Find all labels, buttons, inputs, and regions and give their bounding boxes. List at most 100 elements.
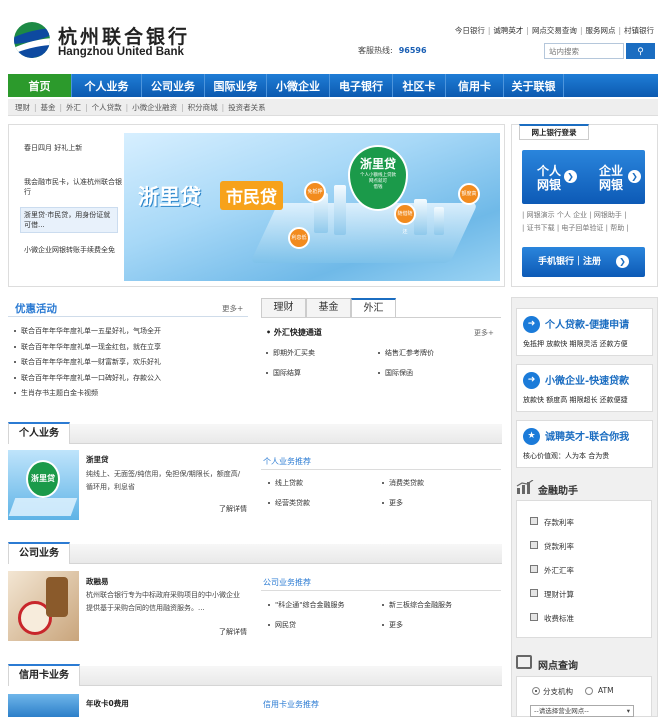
news-item[interactable]: 我会融市民卡，认准杭州联合银行 xyxy=(24,177,122,197)
link-receipt[interactable]: 电子回单验证 xyxy=(561,224,603,232)
nav-home[interactable]: 首页 xyxy=(8,74,72,97)
arrow-right-icon: ❯ xyxy=(564,170,577,183)
subnav-wealth[interactable]: 理财 xyxy=(15,102,30,113)
product-name[interactable]: 浙里贷 xyxy=(86,454,109,465)
main-nav: 首页 个人业务 公司业务 国际业务 小微企业 电子银行 社区卡 信用卡 关于联银 xyxy=(8,74,658,97)
nav-about[interactable]: 关于联银 xyxy=(504,74,564,97)
product-more-link[interactable]: 了解详情 xyxy=(219,504,247,514)
link-demo[interactable]: 网银演示 xyxy=(527,211,555,219)
logo-english-name[interactable]: Hangzhou United Bank xyxy=(58,46,184,58)
fx-link[interactable]: 结售汇参考牌价 xyxy=(378,348,434,358)
list-item[interactable]: 联合百年年华年度礼单一财富新享，欢乐好礼 xyxy=(14,355,246,371)
recommend-link[interactable]: 消费类贷款 xyxy=(382,478,424,488)
news-item[interactable]: 小微企业网银转账手续费全免 xyxy=(24,245,122,255)
pin-icon: 利息低 xyxy=(288,227,310,249)
finance-link-deposit-rate[interactable]: 存款利率 xyxy=(530,517,574,528)
map-pin-icon: 浙里贷 个人小额线上贷款 网点就可 借钱 xyxy=(348,145,408,211)
recommend-link[interactable]: 更多 xyxy=(382,620,403,630)
link-corporate[interactable]: 企业 xyxy=(573,211,587,219)
product-image[interactable] xyxy=(8,694,79,717)
product-image[interactable] xyxy=(8,571,79,641)
recommend-link[interactable]: 新三板综合金融服务 xyxy=(382,600,452,610)
side-card-sme-loan[interactable]: ➜ 小微企业-快速贷款 放款快 额度高 期限超长 还款便捷 xyxy=(516,364,653,412)
arrow-right-icon: ➜ xyxy=(523,372,540,389)
recommend-link[interactable]: 网民贷 xyxy=(268,620,296,630)
top-link-outlets[interactable]: 服务网点 xyxy=(585,26,615,35)
product-name[interactable]: 政融易 xyxy=(86,576,109,587)
finance-link-fx-rate[interactable]: 外汇汇率 xyxy=(530,565,574,576)
radio-atm[interactable] xyxy=(585,687,593,695)
top-link-jobs[interactable]: 诚聘英才 xyxy=(493,26,523,35)
recommend-link[interactable]: "科企通"综合金融服务 xyxy=(268,600,344,610)
list-item[interactable]: 生肖存书主题白金卡视频 xyxy=(14,386,246,402)
link-helper[interactable]: 网银助手 xyxy=(594,211,622,219)
section-title[interactable]: 个人业务 xyxy=(8,422,70,444)
nav-corporate[interactable]: 公司业务 xyxy=(142,74,205,97)
nav-e-banking[interactable]: 电子银行 xyxy=(330,74,393,97)
top-link-transaction-query[interactable]: 网点交易查询 xyxy=(532,26,577,35)
list-item[interactable]: 联合百年年华年度礼单一现金红包，就在立享 xyxy=(14,340,246,356)
link-cert[interactable]: 证书下载 xyxy=(527,224,555,232)
section-title[interactable]: 信用卡业务 xyxy=(8,664,80,686)
radio-branch[interactable] xyxy=(532,687,540,695)
login-tab[interactable]: 网上银行登录 xyxy=(519,124,589,140)
fx-link[interactable]: 国际结算 xyxy=(266,368,301,378)
finance-helper-title: 金融助手 xyxy=(538,486,578,497)
side-card-personal-loan[interactable]: ➜ 个人贷款-便捷申请 免抵押 放款快 期限灵活 还款方便 xyxy=(516,308,653,356)
nav-credit-card[interactable]: 信用卡 xyxy=(446,74,504,97)
list-item[interactable]: 联合百年年华年度礼单一口碑好礼，存款公入 xyxy=(14,371,246,387)
list-item[interactable]: 联合百年年华年度礼单一五星好礼，气场全开 xyxy=(14,324,246,340)
nav-community-card[interactable]: 社区卡 xyxy=(393,74,446,97)
tab-wealth[interactable]: 理财 xyxy=(261,298,306,317)
fx-more-link[interactable]: 更多+ xyxy=(474,328,494,338)
recommend-title: 信用卡业务推荐 xyxy=(263,700,319,709)
tab-fx[interactable]: 外汇 xyxy=(351,298,396,318)
recommend-link[interactable]: 经营类贷款 xyxy=(268,498,310,508)
search-input[interactable] xyxy=(544,43,624,59)
subnav-points-mall[interactable]: 积分商城 xyxy=(188,102,218,113)
mobile-bank-button[interactable]: 手机银行｜注册 ❯ xyxy=(522,247,645,277)
outlet-select[interactable]: --请选择营业网点-- ▾ xyxy=(530,705,634,717)
product-image[interactable]: 浙里贷 xyxy=(8,450,79,520)
recommend-link[interactable]: 线上贷款 xyxy=(268,478,303,488)
calculator-icon xyxy=(530,517,538,525)
link-help[interactable]: 帮助 xyxy=(610,224,624,232)
promo-banner[interactable]: 浙里贷 市民贷 浙里贷 个人小额线上贷款 网点就可 借钱 免抵押 随借随还 利息低 … xyxy=(124,133,500,281)
bank-logo-icon[interactable] xyxy=(14,22,50,58)
fx-link[interactable]: 即期外汇买卖 xyxy=(266,348,315,358)
tab-fund[interactable]: 基金 xyxy=(306,298,351,317)
arrow-right-icon: ❯ xyxy=(616,255,629,268)
search-button[interactable]: ⚲ xyxy=(626,43,655,59)
recommend-link[interactable]: 更多 xyxy=(382,498,403,508)
news-item-selected[interactable]: 浙里贷·市民贷，用身份证就可借... xyxy=(20,207,118,233)
subnav-sme-finance[interactable]: 小微企业融资 xyxy=(132,102,177,113)
product-more-link[interactable]: 了解详情 xyxy=(219,627,247,637)
section-title[interactable]: 公司业务 xyxy=(8,542,70,564)
calculator-icon xyxy=(530,565,538,573)
fx-link[interactable]: 国际保函 xyxy=(378,368,413,378)
hotline-number: 96596 xyxy=(398,46,427,55)
top-link-today[interactable]: 今日银行 xyxy=(455,26,485,35)
subnav-fund[interactable]: 基金 xyxy=(41,102,56,113)
outlet-query-title: 网点查询 xyxy=(538,661,578,672)
news-item[interactable]: 春日四月 好礼上新 xyxy=(24,143,122,153)
link-personal[interactable]: 个人 xyxy=(557,211,571,219)
nav-personal[interactable]: 个人业务 xyxy=(72,74,142,97)
sub-nav: 理财 | 基金 | 外汇 | 个人贷款 | 小微企业融资 | 积分商城 | 投资者关系 xyxy=(8,99,658,116)
subnav-investor-relations[interactable]: 投资者关系 xyxy=(228,102,266,113)
finance-link-calculator[interactable]: 理财计算 xyxy=(530,589,574,600)
finance-link-fees[interactable]: 收费标准 xyxy=(530,613,574,624)
calculator-icon xyxy=(530,541,538,549)
product-name[interactable]: 年收卡0费用 xyxy=(86,698,129,709)
subnav-fx[interactable]: 外汇 xyxy=(66,102,81,113)
search-icon: ⚲ xyxy=(637,45,644,56)
top-links: 今日银行 | 诚聘英才 | 网点交易查询 | 服务网点 | 村镇银行 xyxy=(454,26,654,35)
nav-small-business[interactable]: 小微企业 xyxy=(267,74,330,97)
nav-international[interactable]: 国际业务 xyxy=(205,74,267,97)
finance-link-loan-rate[interactable]: 贷款利率 xyxy=(530,541,574,552)
promo-more-link[interactable]: 更多+ xyxy=(222,303,243,314)
side-card-careers[interactable]: ★ 诚聘英才-联合你我 核心价值观：人为本 合为贵 xyxy=(516,420,653,468)
logo-chinese-name[interactable]: 杭州联合银行 xyxy=(58,22,190,49)
subnav-personal-loan[interactable]: 个人贷款 xyxy=(92,102,122,113)
top-link-village-bank[interactable]: 村镇银行 xyxy=(624,26,654,35)
